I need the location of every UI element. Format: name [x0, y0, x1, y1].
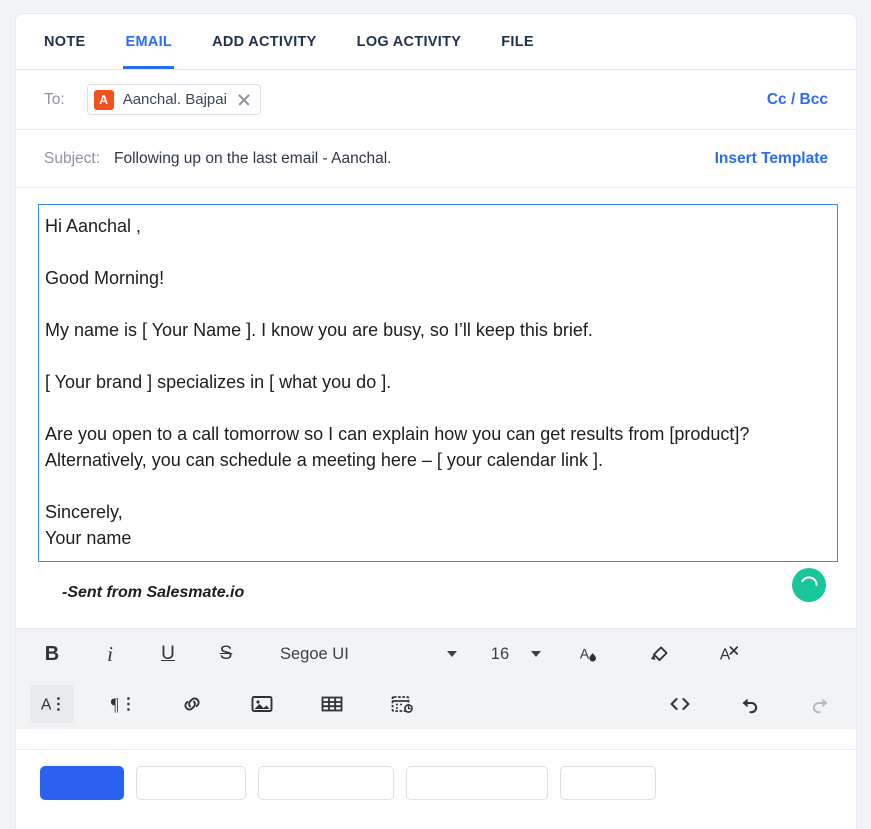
tab-file[interactable]: FILE [481, 14, 554, 69]
undo-icon[interactable] [728, 685, 772, 723]
subject-row: Subject: Following up on the last email … [16, 130, 856, 188]
highlight-color-icon[interactable] [637, 635, 681, 673]
tab-email-label: EMAIL [125, 34, 172, 50]
body-paragraph: My name is [ Your Name ]. I know you are… [45, 317, 827, 343]
cc-bcc-link[interactable]: Cc / Bcc [767, 91, 828, 109]
body-paragraph: Are you open to a call tomorrow so I can… [45, 421, 827, 473]
paragraph-options-icon[interactable]: ¶ [100, 685, 144, 723]
formatting-toolbar-row-2: A ¶ [16, 679, 856, 729]
font-size-chevron-down-icon[interactable] [531, 651, 541, 657]
svg-text:A: A [41, 697, 52, 714]
action-button-3[interactable] [258, 766, 394, 800]
svg-text:A: A [580, 647, 590, 662]
body-paragraph: Sincerely, Your name [45, 499, 827, 551]
bold-button[interactable]: B [30, 635, 74, 673]
insert-table-icon[interactable] [310, 685, 354, 723]
tab-file-label: FILE [501, 34, 534, 50]
action-button-4[interactable] [406, 766, 548, 800]
font-family-select[interactable]: Segoe UI [274, 645, 355, 664]
action-button-5[interactable] [560, 766, 656, 800]
recipient-name: Aanchal. Bajpai [123, 91, 227, 108]
spinner-row [38, 602, 838, 606]
underline-button[interactable]: U [146, 635, 190, 673]
body-paragraph: Hi Aanchal , [45, 213, 827, 239]
body-paragraph: [ Your brand ] specializes in [ what you… [45, 369, 827, 395]
font-size-select[interactable]: 16 [483, 645, 517, 664]
tab-log-activity[interactable]: LOG ACTIVITY [337, 14, 482, 69]
subject-input[interactable]: Following up on the last email - Aanchal… [114, 150, 391, 168]
email-body-editor[interactable]: Hi Aanchal , Good Morning! My name is [ … [38, 204, 838, 562]
tab-email[interactable]: EMAIL [105, 14, 192, 69]
recipient-row: To: A Aanchal. Bajpai Cc / Bcc [16, 70, 856, 130]
text-options-icon[interactable]: A [30, 685, 74, 723]
loading-spinner-icon [792, 568, 826, 602]
redo-icon[interactable] [798, 685, 842, 723]
avatar: A [94, 90, 114, 110]
insert-image-icon[interactable] [240, 685, 284, 723]
text-color-icon[interactable]: A [567, 635, 611, 673]
to-label: To: [44, 91, 65, 109]
tab-note[interactable]: NOTE [36, 14, 105, 69]
svg-text:A: A [720, 647, 731, 664]
svg-text:¶: ¶ [111, 694, 119, 714]
clear-formatting-icon[interactable]: A [707, 635, 751, 673]
code-view-icon[interactable] [658, 685, 702, 723]
composer-action-bar [16, 749, 856, 800]
tab-add-activity[interactable]: ADD ACTIVITY [192, 14, 337, 69]
signature-text: -Sent from Salesmate.io [62, 584, 838, 602]
send-button[interactable] [40, 766, 124, 800]
italic-button[interactable]: i [88, 635, 132, 673]
email-composer-card: NOTE EMAIL ADD ACTIVITY LOG ACTIVITY FIL… [16, 14, 856, 829]
strikethrough-button[interactable]: S [204, 635, 248, 673]
body-paragraph: Good Morning! [45, 265, 827, 291]
formatting-toolbar-row-1: B i U S Segoe UI 16 A [16, 629, 856, 679]
formatting-toolbar: B i U S Segoe UI 16 A [16, 628, 856, 729]
insert-template-link[interactable]: Insert Template [715, 150, 828, 168]
schedule-meeting-icon[interactable] [380, 685, 424, 723]
tab-log-activity-label: LOG ACTIVITY [357, 34, 462, 50]
action-button-2[interactable] [136, 766, 246, 800]
font-family-chevron-down-icon[interactable] [447, 651, 457, 657]
tab-note-label: NOTE [44, 34, 85, 50]
remove-recipient-icon[interactable] [236, 92, 252, 108]
editor-area: Hi Aanchal , Good Morning! My name is [ … [16, 188, 856, 606]
recipient-chip[interactable]: A Aanchal. Bajpai [87, 84, 261, 115]
tab-add-activity-label: ADD ACTIVITY [212, 34, 317, 50]
composer-tab-bar: NOTE EMAIL ADD ACTIVITY LOG ACTIVITY FIL… [16, 14, 856, 70]
subject-label: Subject: [44, 150, 100, 168]
insert-link-icon[interactable] [170, 685, 214, 723]
